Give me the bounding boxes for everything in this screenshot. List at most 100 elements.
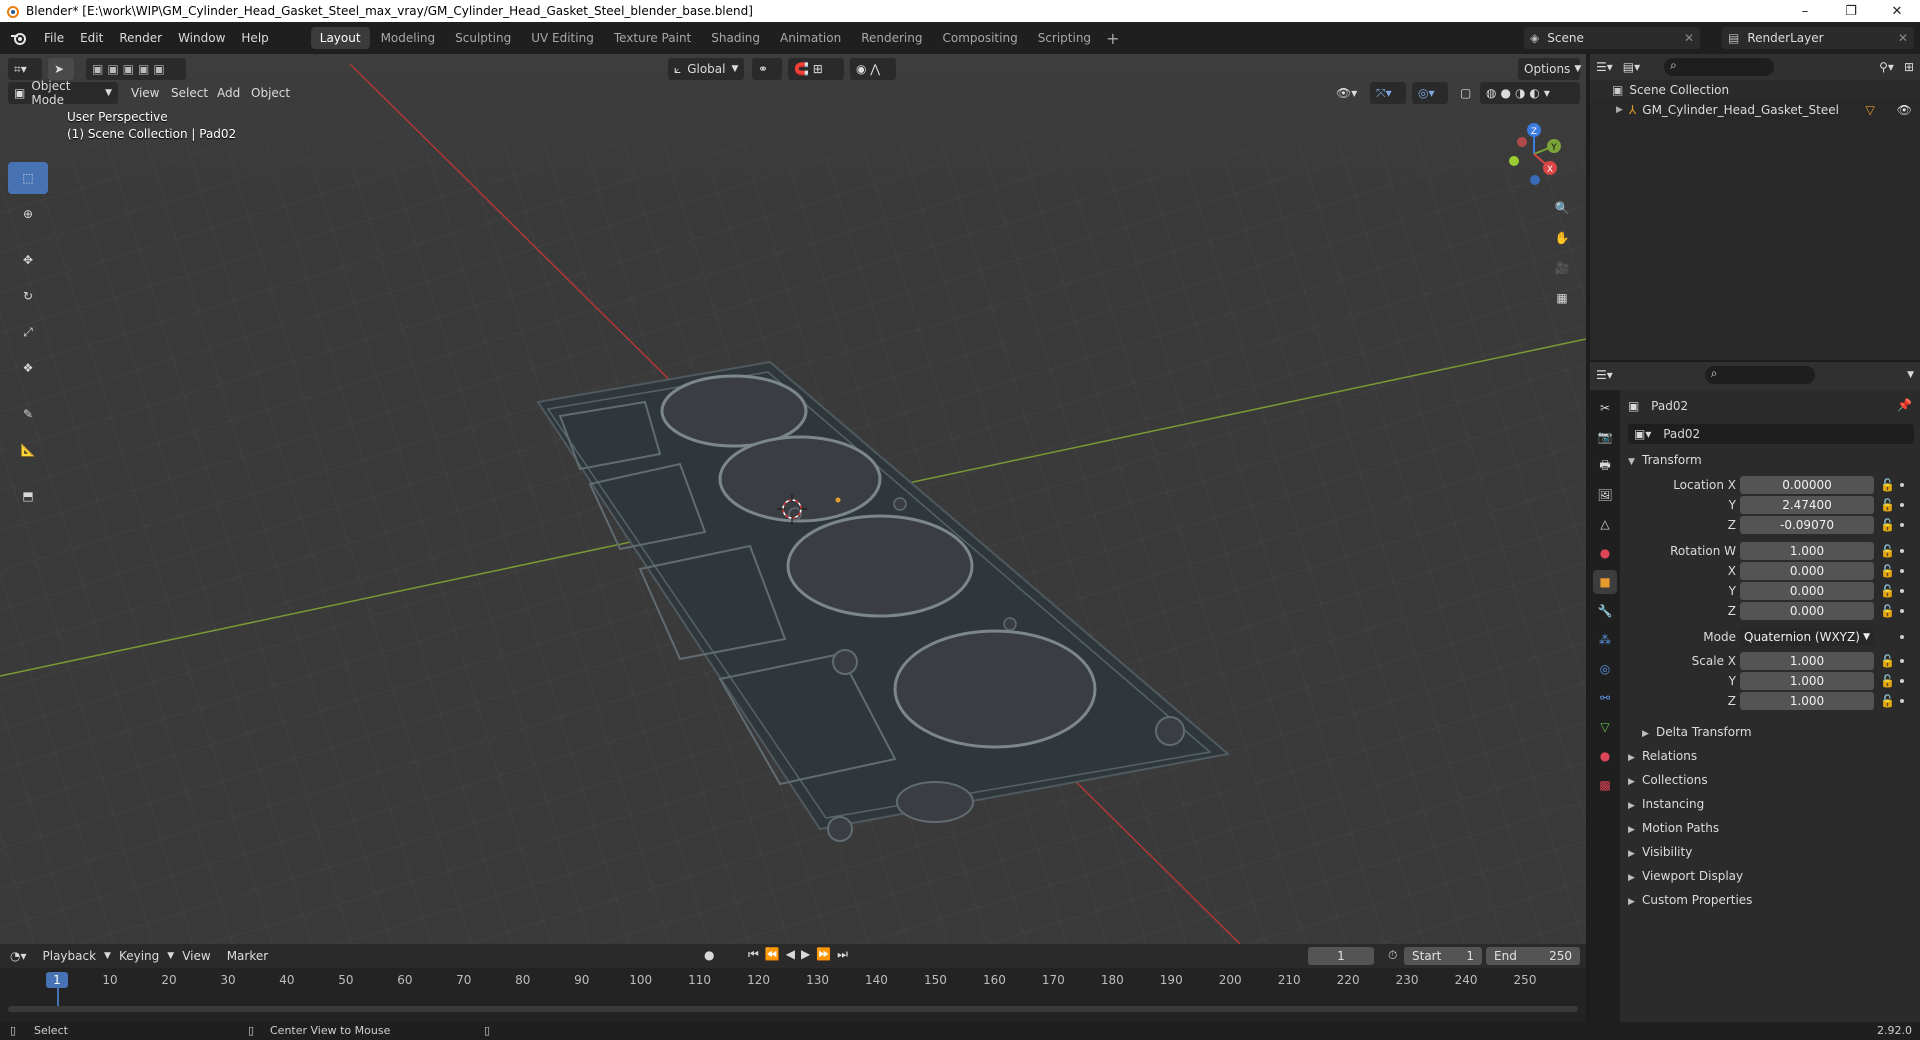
expand-arrow-icon[interactable]: ▶ xyxy=(1616,105,1623,115)
viewport-menu-object[interactable]: Object xyxy=(251,82,290,104)
tab-world[interactable]: ● xyxy=(1593,541,1617,565)
visibility-panel-header[interactable]: ▶ Visibility xyxy=(1628,842,1692,862)
lock-icon[interactable]: 🔓 xyxy=(1880,478,1895,492)
rotation-w-field[interactable]: 1.000 xyxy=(1740,542,1874,560)
rotation-x-field[interactable]: 0.000 xyxy=(1740,562,1874,580)
add-workspace-icon[interactable]: + xyxy=(1100,29,1125,48)
timeline-scrollbar[interactable] xyxy=(8,1006,1578,1012)
scale-z-field[interactable]: 1.000 xyxy=(1740,692,1874,710)
tool-select-button[interactable]: ➤ xyxy=(48,58,74,80)
tab-scene[interactable]: △ xyxy=(1593,512,1617,536)
navigation-gizmo[interactable]: Z Y X xyxy=(1494,114,1574,194)
viewport-menu-add[interactable]: Add xyxy=(217,82,240,104)
filter-icon[interactable]: ⚲▾ xyxy=(1879,60,1894,74)
menu-render[interactable]: Render xyxy=(111,26,170,50)
motion-paths-panel-header[interactable]: ▶ Motion Paths xyxy=(1628,818,1719,838)
restore-button[interactable]: ❐ xyxy=(1828,0,1874,22)
tab-material[interactable]: ● xyxy=(1593,744,1617,768)
editor-type-button[interactable]: ⌗▾ xyxy=(8,58,42,80)
tab-shading[interactable]: Shading xyxy=(702,27,769,49)
keyframe-dot-icon[interactable] xyxy=(1900,503,1904,507)
clock-icon[interactable]: ⏱ xyxy=(1388,948,1397,963)
chevron-down-icon[interactable]: ▼ xyxy=(1907,370,1914,380)
options-button[interactable]: Options ▼ xyxy=(1518,58,1581,80)
transform-panel-header[interactable]: ▼ Transform xyxy=(1628,450,1702,470)
tab-uv-editing[interactable]: UV Editing xyxy=(522,27,603,49)
zoom-button[interactable]: 🔍 xyxy=(1548,194,1576,222)
editor-type-icon[interactable]: ☰▾ xyxy=(1596,60,1613,74)
tab-render[interactable]: 📷 xyxy=(1593,425,1617,449)
keyframe-dot-icon[interactable] xyxy=(1900,589,1904,593)
current-frame-field[interactable]: 1 xyxy=(1308,947,1374,965)
pin-icon[interactable]: 📌 xyxy=(1897,398,1912,412)
orientation-dropdown[interactable]: ⟀ Global ▼ xyxy=(668,58,744,80)
viewport-display-panel-header[interactable]: ▶ Viewport Display xyxy=(1628,866,1743,886)
menu-file[interactable]: File xyxy=(36,26,72,50)
tab-output[interactable]: 🖶 xyxy=(1593,454,1617,478)
tab-particles[interactable]: ⁂ xyxy=(1593,628,1617,652)
lock-icon[interactable]: 🔓 xyxy=(1880,654,1895,668)
timeline-menu-playback[interactable]: Playback xyxy=(35,949,105,963)
outliner-row-object[interactable]: ▶ ⅄ GM_Cylinder_Head_Gasket_Steel ▽ 👁 xyxy=(1590,100,1920,120)
viewport-scene[interactable] xyxy=(0,54,1586,944)
camera-view-button[interactable]: 🎥 xyxy=(1548,254,1576,282)
transform-tool[interactable]: ❖ xyxy=(8,352,48,384)
selection-mode-buttons[interactable]: ▣▣▣▣▣ xyxy=(86,58,186,80)
location-y-field[interactable]: 2.47400 xyxy=(1740,496,1874,514)
properties-search-input[interactable]: ⌕ xyxy=(1704,366,1815,384)
viewport-menu-view[interactable]: View xyxy=(131,82,159,104)
tab-data[interactable]: ▽ xyxy=(1593,715,1617,739)
tab-rendering[interactable]: Rendering xyxy=(852,27,931,49)
relations-panel-header[interactable]: ▶ Relations xyxy=(1628,746,1697,766)
tab-tool[interactable]: ✂ xyxy=(1593,396,1617,420)
tab-texture-paint[interactable]: Texture Paint xyxy=(605,27,700,49)
keyframe-dot-icon[interactable] xyxy=(1900,523,1904,527)
renderlayer-selector[interactable]: ▤ RenderLayer ✕ xyxy=(1722,27,1914,49)
select-box-tool[interactable]: ⬚ xyxy=(8,162,48,194)
tab-texture[interactable]: ▩ xyxy=(1593,773,1617,797)
menu-edit[interactable]: Edit xyxy=(72,26,111,50)
pivot-button[interactable]: ⚭ xyxy=(752,58,782,80)
visibility-button[interactable]: 👁▾ xyxy=(1330,82,1366,104)
timeline-ruler[interactable]: 1 10 20 30 40 50 60 70 80 90 100 110 120 130 140 150 160… xyxy=(0,968,1586,1010)
display-mode-icon[interactable]: ▤▾ xyxy=(1623,60,1640,74)
tab-object[interactable]: ■ xyxy=(1593,570,1617,594)
overlay-toggle[interactable]: ◎▾ xyxy=(1412,82,1448,104)
lock-icon[interactable]: 🔓 xyxy=(1880,584,1895,598)
xray-toggle[interactable]: ▢ xyxy=(1454,82,1476,104)
delta-transform-subpanel[interactable]: ▶ Delta Transform xyxy=(1642,722,1752,742)
measure-tool[interactable]: 📐 xyxy=(8,434,48,466)
lock-icon[interactable]: 🔓 xyxy=(1880,518,1895,532)
keyframe-dot-icon[interactable] xyxy=(1900,699,1904,703)
lock-icon[interactable]: 🔓 xyxy=(1880,604,1895,618)
rotation-y-field[interactable]: 0.000 xyxy=(1740,582,1874,600)
close-icon[interactable]: ✕ xyxy=(1898,31,1908,45)
viewport-menu-select[interactable]: Select xyxy=(171,82,208,104)
cursor-tool[interactable]: ⊕ xyxy=(8,198,48,230)
lock-icon[interactable]: 🔓 xyxy=(1880,544,1895,558)
rotate-tool[interactable]: ↻ xyxy=(8,280,48,312)
keyframe-dot-icon[interactable] xyxy=(1900,549,1904,553)
end-frame-field[interactable]: End 250 xyxy=(1486,947,1580,965)
tab-layout[interactable]: Layout xyxy=(310,27,370,49)
keyframe-dot-icon[interactable] xyxy=(1900,609,1904,613)
tab-view-layer[interactable]: 🖼 xyxy=(1593,483,1617,507)
close-icon[interactable]: ✕ xyxy=(1684,31,1694,45)
snap-button[interactable]: 🧲 ⊞ xyxy=(788,58,844,80)
custom-properties-panel-header[interactable]: ▶ Custom Properties xyxy=(1628,890,1752,910)
move-tool[interactable]: ✥ xyxy=(8,244,48,276)
rotation-z-field[interactable]: 0.000 xyxy=(1740,602,1874,620)
current-frame-badge[interactable]: 1 xyxy=(46,972,68,988)
timeline-menu-keying[interactable]: Keying xyxy=(111,949,167,963)
close-button[interactable]: ✕ xyxy=(1874,0,1920,22)
editor-type-icon[interactable]: ◔▾ xyxy=(0,949,35,963)
location-z-field[interactable]: -0.09070 xyxy=(1740,516,1874,534)
keyframe-dot-icon[interactable] xyxy=(1900,635,1904,639)
ortho-toggle-button[interactable]: ▦ xyxy=(1548,284,1576,312)
scene-selector[interactable]: ◈ Scene ✕ xyxy=(1524,27,1700,49)
gizmo-toggle[interactable]: ⤧▾ xyxy=(1370,82,1406,104)
instancing-panel-header[interactable]: ▶ Instancing xyxy=(1628,794,1704,814)
keyframe-dot-icon[interactable] xyxy=(1900,679,1904,683)
lock-icon[interactable]: 🔓 xyxy=(1880,694,1895,708)
lock-icon[interactable]: 🔓 xyxy=(1880,498,1895,512)
